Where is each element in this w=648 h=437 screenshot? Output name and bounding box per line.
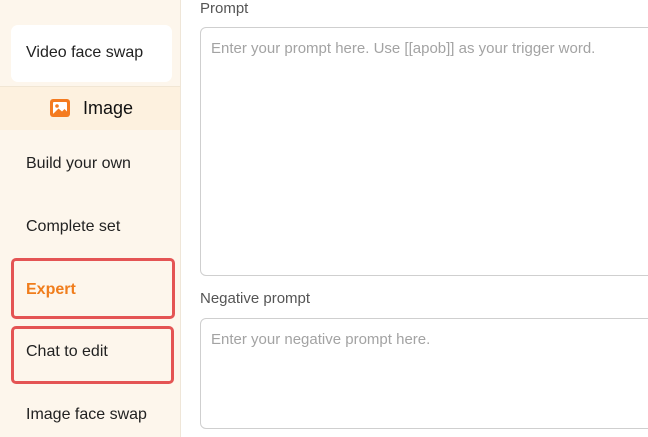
sidebar-item-image-face-swap[interactable]: Image face swap (26, 406, 147, 424)
sidebar-item-video-face-swap[interactable]: Video face swap (11, 25, 172, 82)
prompt-placeholder: Enter your prompt here. Use [[apob]] as … (211, 40, 596, 57)
sidebar-item-build-your-own[interactable]: Build your own (26, 155, 131, 173)
sidebar-section-image[interactable]: Image (0, 87, 180, 130)
highlight-box-chat-to-edit (11, 326, 174, 384)
sidebar-item-complete-set[interactable]: Complete set (26, 218, 120, 236)
sidebar: Video face swap Image Build your own Com… (0, 0, 181, 437)
sidebar-item-label: Video face swap (26, 44, 144, 61)
prompt-textarea[interactable]: Enter your prompt here. Use [[apob]] as … (200, 27, 648, 276)
image-icon (50, 98, 70, 118)
negative-prompt-textarea[interactable]: Enter your negative prompt here. (200, 318, 648, 429)
highlight-box-expert (11, 258, 175, 319)
sidebar-section-title: Image (83, 98, 134, 118)
negative-prompt-label: Negative prompt (200, 290, 311, 307)
negative-prompt-placeholder: Enter your negative prompt here. (211, 331, 431, 348)
prompt-label: Prompt (200, 0, 249, 17)
